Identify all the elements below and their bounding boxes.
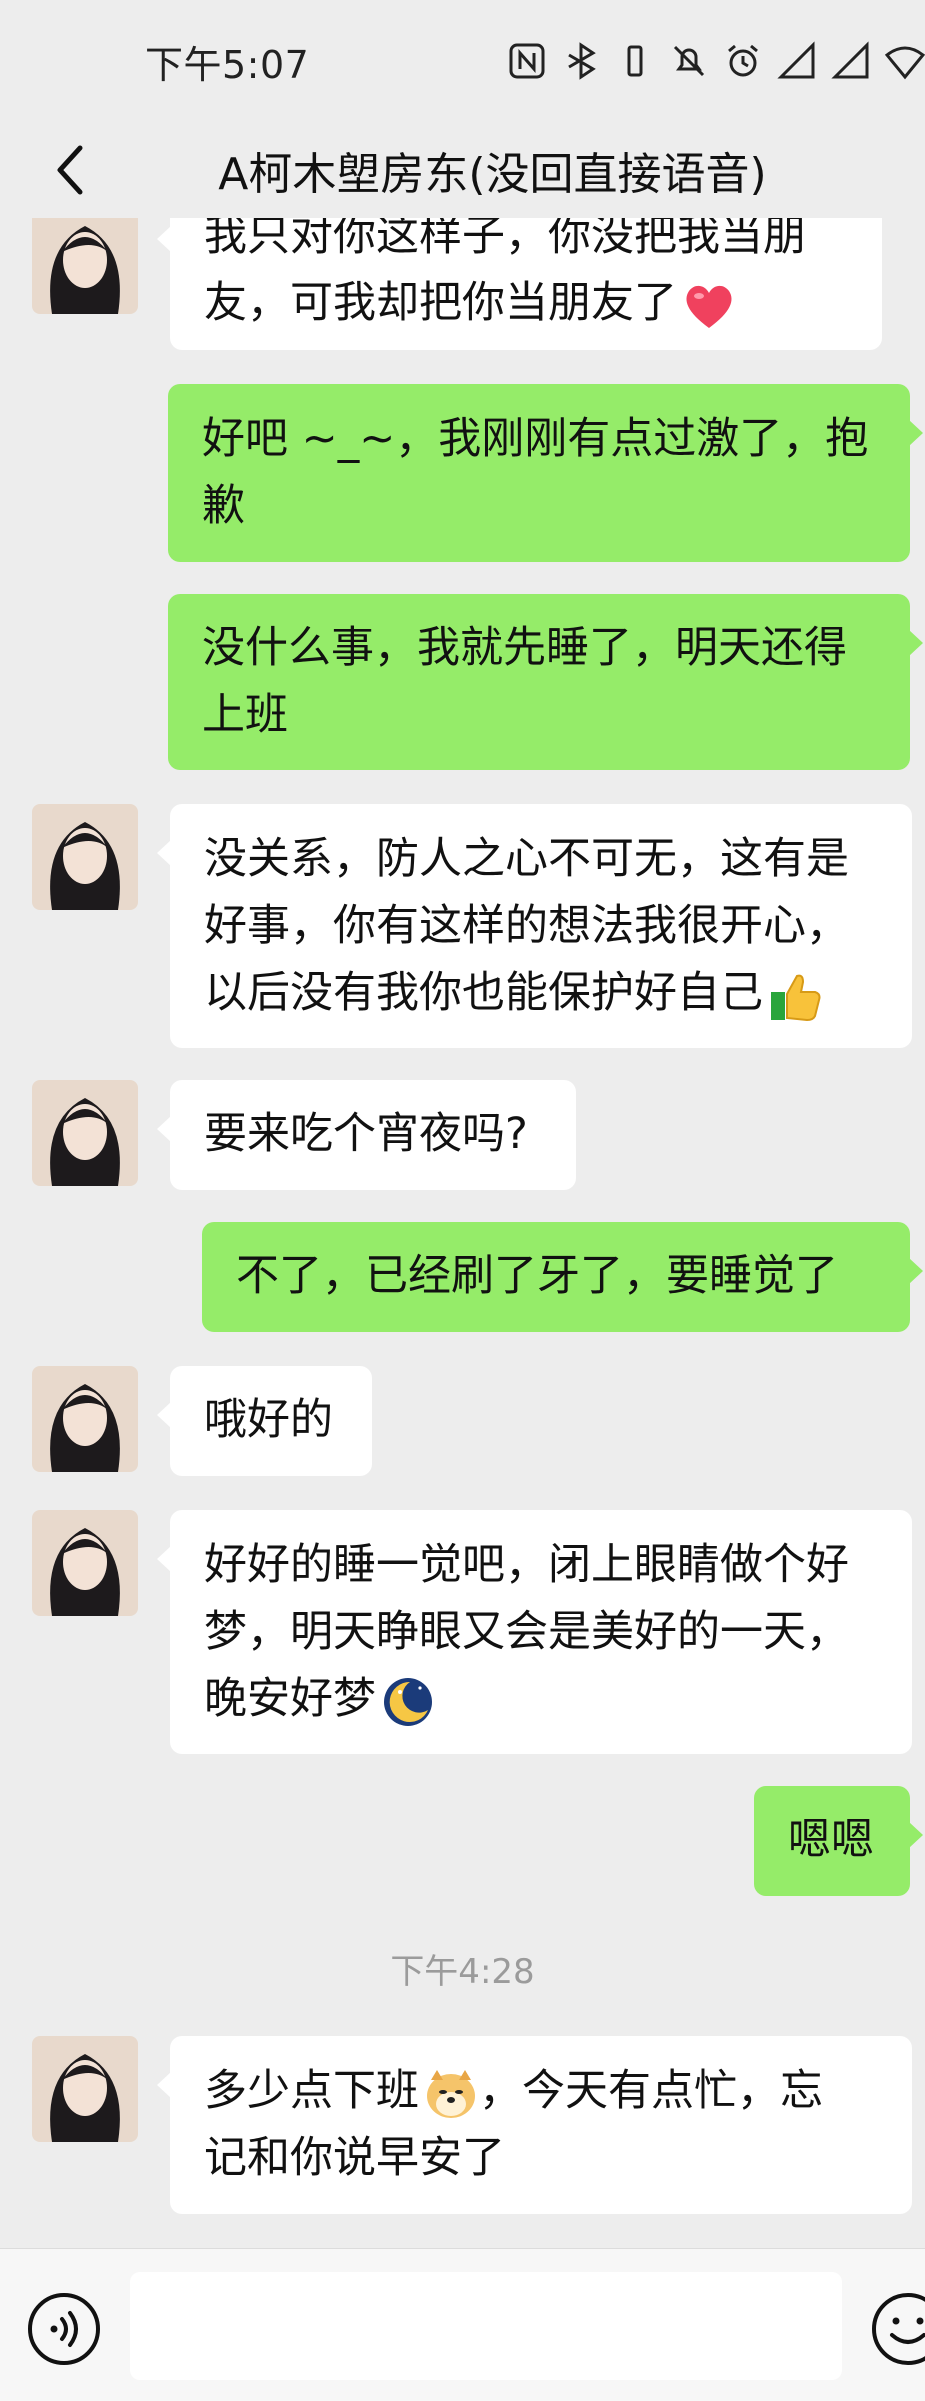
wifi-icon bbox=[885, 46, 925, 80]
message-text: 友，可我却把你当朋友了 bbox=[204, 278, 677, 328]
contact-avatar[interactable] bbox=[32, 1510, 138, 1616]
message-bubble[interactable]: 我只对你这样子，你没把我当朋 友，可我却把你当朋友了 bbox=[157, 218, 882, 350]
back-button[interactable] bbox=[30, 130, 110, 210]
message-text: 多少点下班 bbox=[204, 2066, 419, 2116]
message-text: 记和你说早安了 bbox=[204, 2133, 505, 2183]
nfc-icon bbox=[509, 43, 545, 79]
contact-avatar[interactable] bbox=[32, 804, 138, 910]
message-text: 好好的睡一觉吧，闭上眼睛做个好 bbox=[204, 1540, 849, 1590]
contact-avatar[interactable] bbox=[32, 218, 138, 314]
contact-avatar[interactable] bbox=[32, 2036, 138, 2142]
message-bubble[interactable]: 没关系，防人之心不可无，这有是 好事，你有这样的想法我很开心， 以后没有我你也能… bbox=[157, 804, 912, 1048]
message-text: 好吧 ~_~，我刚刚有点过激了，抱 bbox=[202, 414, 869, 464]
message-text: 嗯嗯 bbox=[788, 1815, 874, 1865]
thumbs-up-icon bbox=[771, 974, 821, 1021]
red-heart-icon bbox=[686, 285, 732, 328]
doge-icon bbox=[427, 2069, 475, 2118]
signal-icon bbox=[831, 41, 869, 79]
emoji-picker-icon[interactable] bbox=[868, 2289, 925, 2369]
message-text: 好事，你有这样的想法我很开心， bbox=[204, 901, 849, 951]
contact-avatar[interactable] bbox=[32, 1080, 138, 1186]
message-bubble[interactable]: 嗯嗯 bbox=[754, 1786, 923, 1896]
message-bubble[interactable]: 好吧 ~_~，我刚刚有点过激了，抱 歉 bbox=[168, 384, 923, 562]
message-text: 我只对你这样子，你没把我当朋 bbox=[204, 218, 806, 261]
status-icons bbox=[493, 36, 925, 86]
message-list[interactable]: 我只对你这样子，你没把我当朋 友，可我却把你当朋友了 好吧 ~_~，我刚刚有点过… bbox=[0, 218, 925, 2248]
message-bubble[interactable]: 不了，已经刷了牙了，要睡觉了 bbox=[202, 1222, 923, 1332]
message-bubble[interactable]: 多少点下班 ，今天有点忙，忘 记和你说早安了 bbox=[157, 2036, 912, 2214]
status-time: 下午5:07 bbox=[145, 43, 310, 87]
message-text: ，今天有点忙，忘 bbox=[479, 2066, 823, 2116]
message-input[interactable] bbox=[130, 2272, 842, 2380]
moon-icon bbox=[384, 1677, 432, 1726]
contact-avatar[interactable] bbox=[32, 1366, 138, 1472]
message-text: 晚安好梦 bbox=[204, 1674, 376, 1724]
message-bubble[interactable]: 哦好的 bbox=[157, 1366, 372, 1476]
message-timestamp: 下午4:28 bbox=[390, 1952, 535, 1992]
message-bubble[interactable]: 好好的睡一觉吧，闭上眼睛做个好 梦，明天睁眼又会是美好的一天， 晚安好梦 bbox=[157, 1510, 912, 1754]
message-text: 要来吃个宵夜吗? bbox=[204, 1109, 528, 1159]
message-text: 上班 bbox=[202, 690, 288, 740]
status-bar: 下午5:07 bbox=[0, 0, 925, 120]
signal-icon bbox=[777, 41, 815, 79]
bluetooth-icon bbox=[568, 42, 596, 80]
vibrate-icon bbox=[627, 45, 643, 77]
mute-icon bbox=[673, 45, 705, 77]
message-text: 梦，明天睁眼又会是美好的一天， bbox=[204, 1607, 849, 1657]
chevron-left-icon bbox=[57, 145, 83, 195]
alarm-icon bbox=[728, 44, 758, 77]
message-text: 哦好的 bbox=[204, 1395, 333, 1445]
message-text: 不了，已经刷了牙了，要睡觉了 bbox=[236, 1251, 838, 1301]
input-bar bbox=[0, 2248, 925, 2401]
message-bubble[interactable]: 没什么事，我就先睡了，明天还得 上班 bbox=[168, 594, 923, 770]
chat-title: A柯木塱房东(没回直接语音) bbox=[218, 149, 767, 200]
message-text: 以后没有我你也能保护好自己 bbox=[204, 968, 763, 1018]
message-text: 歉 bbox=[202, 481, 245, 531]
message-text: 没什么事，我就先睡了，明天还得 bbox=[202, 623, 847, 673]
chat-header: A柯木塱房东(没回直接语音) bbox=[0, 120, 925, 220]
voice-input-icon[interactable] bbox=[26, 2291, 102, 2367]
message-bubble[interactable]: 要来吃个宵夜吗? bbox=[157, 1080, 576, 1190]
message-text: 没关系，防人之心不可无，这有是 bbox=[204, 834, 849, 884]
